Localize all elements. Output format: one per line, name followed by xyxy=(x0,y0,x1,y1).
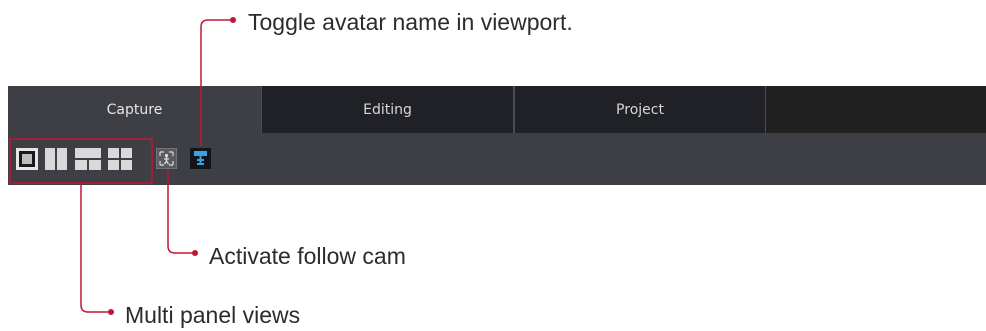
callout-multi-panel: Multi panel views xyxy=(125,302,301,328)
leader-avatar-name-dot xyxy=(230,17,236,23)
single-panel-button[interactable] xyxy=(16,148,38,170)
tab-capture[interactable]: Capture xyxy=(8,86,261,133)
avatar-name-toggle-button[interactable] xyxy=(190,148,211,169)
leader-multi-panel-dot xyxy=(108,309,114,315)
tab-project[interactable]: Project xyxy=(514,86,766,133)
leader-multi-panel xyxy=(80,183,110,313)
follow-cam-button[interactable] xyxy=(156,148,177,169)
tab-bar: Capture Editing Project xyxy=(8,86,986,133)
three-panel-button[interactable] xyxy=(75,148,101,170)
avatar-name-icon xyxy=(190,148,211,169)
two-panel-button[interactable] xyxy=(45,148,67,170)
callout-toggle-avatar-name: Toggle avatar name in viewport. xyxy=(248,9,573,35)
viewport-toolbar xyxy=(8,133,986,185)
leader-follow-cam-dot xyxy=(192,250,198,256)
tab-editing[interactable]: Editing xyxy=(261,86,514,133)
four-panel-icon xyxy=(108,148,132,170)
callout-follow-cam: Activate follow cam xyxy=(209,243,406,269)
two-panel-icon xyxy=(45,148,67,170)
four-panel-button[interactable] xyxy=(108,148,132,170)
single-panel-icon xyxy=(16,148,38,170)
follow-cam-icon xyxy=(156,148,177,169)
three-panel-icon xyxy=(75,148,101,170)
